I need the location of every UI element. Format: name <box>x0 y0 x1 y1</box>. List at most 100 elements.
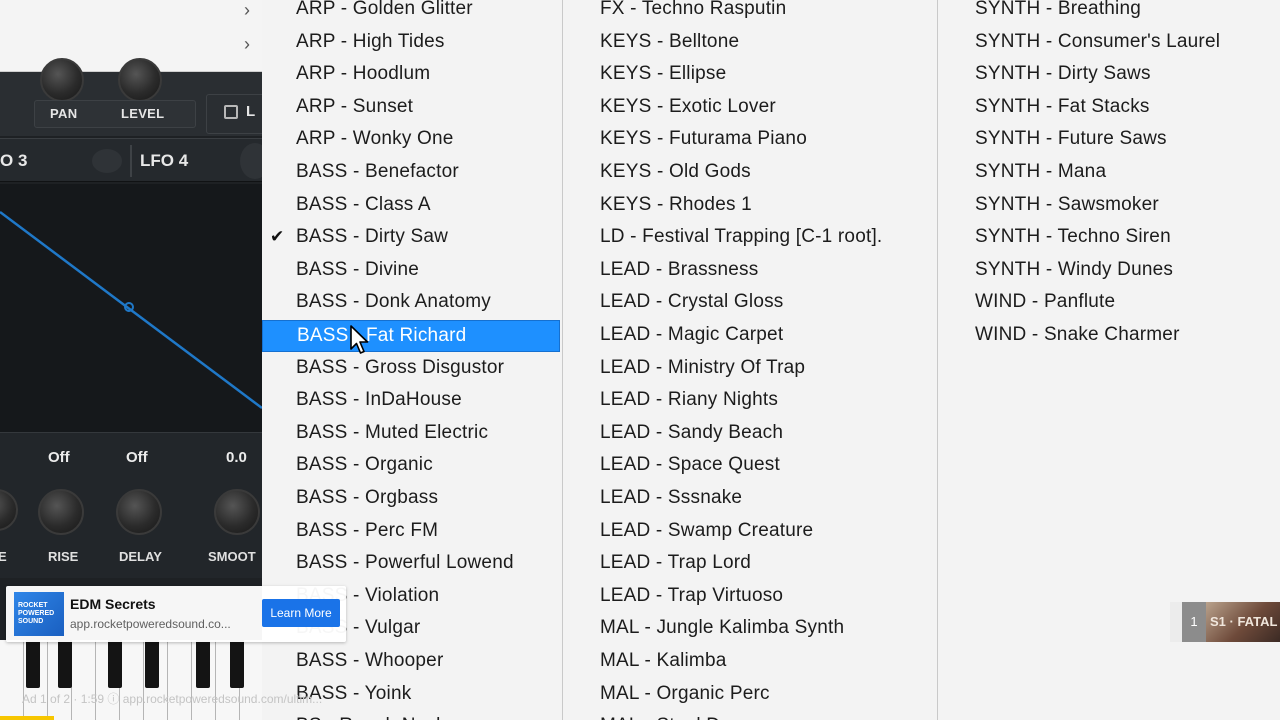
toggle-checkbox[interactable] <box>224 105 238 119</box>
envelope-label: E <box>0 549 7 564</box>
preset-menu-item[interactable]: KEYS - Ellipse <box>566 59 934 91</box>
ad-progress-bar <box>0 716 54 720</box>
preset-menu-item[interactable]: LEAD - Sssnake <box>566 483 934 515</box>
preset-menu-item[interactable]: WIND - Snake Charmer <box>941 320 1271 352</box>
preset-menu-item[interactable]: LEAD - Ministry Of Trap <box>566 353 934 385</box>
preset-menu-item[interactable]: LD - Festival Trapping [C-1 root]. <box>566 222 934 254</box>
preset-menu-item[interactable]: SYNTH - Breathing <box>941 0 1271 26</box>
preset-menu-item[interactable]: SYNTH - Techno Siren <box>941 222 1271 254</box>
video-thumbnail[interactable]: 1 S1 · FATAL <box>1170 602 1280 642</box>
white-key[interactable] <box>0 640 24 720</box>
preset-menu-item[interactable]: BASS - Orgbass <box>262 483 560 515</box>
envelope-knob[interactable] <box>0 489 18 531</box>
tab-lfo-4[interactable]: LFO 4 <box>140 151 188 171</box>
preset-menu-item[interactable]: ARP - Wonky One <box>262 124 560 156</box>
piano-keyboard[interactable] <box>0 640 262 720</box>
preset-menu-item[interactable]: SYNTH - Mana <box>941 157 1271 189</box>
pan-label: PAN <box>50 106 78 121</box>
lfo-toggle[interactable] <box>240 143 262 179</box>
preset-menu-item[interactable]: BASS - Divine <box>262 255 560 287</box>
learn-more-button[interactable]: Learn More <box>262 599 340 627</box>
preset-menu-item[interactable]: WIND - Panflute <box>941 287 1271 319</box>
preset-menu-item[interactable]: LEAD - Space Quest <box>566 450 934 482</box>
preset-menu-item[interactable]: BASS - Perc FM <box>262 516 560 548</box>
black-key[interactable] <box>108 640 122 688</box>
preset-menu-item[interactable]: KEYS - Futurama Piano <box>566 124 934 156</box>
preset-menu-item[interactable]: MAL - Jungle Kalimba Synth <box>566 613 934 645</box>
preset-label: LEAD - Space Quest <box>600 454 780 476</box>
ad-title[interactable]: EDM Secrets <box>70 596 156 612</box>
black-key[interactable] <box>26 640 40 688</box>
preset-menu-item[interactable]: LEAD - Riany Nights <box>566 385 934 417</box>
preset-menu-item[interactable]: SYNTH - Future Saws <box>941 124 1271 156</box>
preset-menu-item[interactable]: SYNTH - Dirty Saws <box>941 59 1271 91</box>
ad-overlay[interactable]: ROCKET POWERED SOUND EDM Secrets app.roc… <box>6 586 346 642</box>
preset-menu-item[interactable]: KEYS - Old Gods <box>566 157 934 189</box>
preset-label: KEYS - Old Gods <box>600 161 751 182</box>
black-key[interactable] <box>145 640 159 688</box>
preset-menu-item[interactable]: LEAD - Swamp Creature <box>566 516 934 548</box>
preset-label: BASS - Orgbass <box>296 487 439 508</box>
white-key[interactable] <box>72 640 96 720</box>
preset-label: ARP - Wonky One <box>296 128 454 150</box>
rise-knob[interactable] <box>38 489 84 535</box>
chevron-right-icon[interactable]: › <box>244 0 250 21</box>
preset-menu-item[interactable]: SYNTH - Sawsmoker <box>941 190 1271 222</box>
lfo-shape-editor[interactable] <box>0 184 262 432</box>
preset-menu-item[interactable]: LEAD - Crystal Gloss <box>566 287 934 319</box>
preset-menu-item[interactable]: BASS - Donk Anatomy <box>262 287 560 319</box>
preset-label: BASS - Divine <box>296 258 419 280</box>
preset-menu-item[interactable]: BASS - Powerful Lowend <box>262 548 560 580</box>
preset-label: ARP - High Tides <box>296 30 445 52</box>
preset-menu-item[interactable]: BASS - Benefactor <box>262 157 560 189</box>
black-key[interactable] <box>230 640 244 688</box>
preset-label: BASS - Perc FM <box>296 519 439 541</box>
preset-menu-item[interactable]: LEAD - Sandy Beach <box>566 418 934 450</box>
preset-menu-item[interactable]: ✔ BASS - Dirty Saw <box>262 222 560 254</box>
preset-menu-item[interactable]: SYNTH - Windy Dunes <box>941 255 1271 287</box>
preset-menu-item[interactable]: BASS - Fat Richard <box>262 320 560 352</box>
preset-label: LD - Festival Trapping [C-1 root]. <box>600 226 883 248</box>
preset-menu-item[interactable]: BASS - InDaHouse <box>262 385 560 417</box>
preset-menu-item[interactable]: ARP - Hoodlum <box>262 59 560 91</box>
preset-menu-item[interactable]: KEYS - Exotic Lover <box>566 92 934 124</box>
preset-menu-item[interactable]: BS - Rough Neck <box>262 711 560 720</box>
lfo-toggle[interactable] <box>92 149 122 173</box>
pan-knob[interactable] <box>40 58 84 102</box>
white-key[interactable] <box>168 640 192 720</box>
preset-menu-item[interactable]: LEAD - Trap Lord <box>566 548 934 580</box>
preset-menu-item[interactable]: ARP - High Tides <box>262 27 560 59</box>
preset-menu-item[interactable]: BASS - Muted Electric <box>262 418 560 450</box>
preset-menu-item[interactable]: BASS - Whooper <box>262 646 560 678</box>
ad-url[interactable]: app.rocketpoweredsound.co... <box>70 617 231 631</box>
preset-menu-item[interactable]: MAL - Steel Drum <box>566 711 934 720</box>
level-knob[interactable] <box>118 58 162 102</box>
preset-menu-item[interactable]: LEAD - Brassness <box>566 255 934 287</box>
preset-menu-item[interactable]: BASS - Gross Disgustor <box>262 353 560 385</box>
chevron-right-icon[interactable]: › <box>244 34 250 55</box>
black-key[interactable] <box>196 640 210 688</box>
preset-menu-item[interactable]: LEAD - Magic Carpet <box>566 320 934 352</box>
preset-menu-item[interactable]: MAL - Organic Perc <box>566 679 934 711</box>
preset-menu-item[interactable]: LEAD - Trap Virtuoso <box>566 581 934 613</box>
preset-menu-item[interactable]: BASS - Class A <box>262 190 560 222</box>
preset-label: WIND - Panflute <box>975 291 1116 313</box>
tab-lfo-3[interactable]: O 3 <box>0 151 27 171</box>
white-key[interactable] <box>120 640 144 720</box>
preset-menu-item[interactable]: KEYS - Rhodes 1 <box>566 190 934 222</box>
preset-menu-item[interactable]: BASS - Organic <box>262 450 560 482</box>
preset-menu-item[interactable]: ARP - Sunset <box>262 92 560 124</box>
delay-knob[interactable] <box>116 489 162 535</box>
black-key[interactable] <box>58 640 72 688</box>
preset-menu-item[interactable]: MAL - Kalimba <box>566 646 934 678</box>
preset-menu-item[interactable]: FX - Techno Rasputin <box>566 0 934 26</box>
ad-logo[interactable]: ROCKET POWERED SOUND <box>14 592 64 636</box>
preset-label: BS - Rough Neck <box>296 711 446 720</box>
preset-menu-item[interactable]: SYNTH - Fat Stacks <box>941 92 1271 124</box>
smooth-knob[interactable] <box>214 489 260 535</box>
preset-label: ARP - Hoodlum <box>296 63 431 85</box>
preset-menu-item[interactable]: ARP - Golden Glitter <box>262 0 560 26</box>
preset-label: LEAD - Crystal Gloss <box>600 291 784 313</box>
preset-menu-item[interactable]: SYNTH - Consumer's Laurel <box>941 27 1271 59</box>
preset-menu-item[interactable]: KEYS - Belltone <box>566 27 934 59</box>
